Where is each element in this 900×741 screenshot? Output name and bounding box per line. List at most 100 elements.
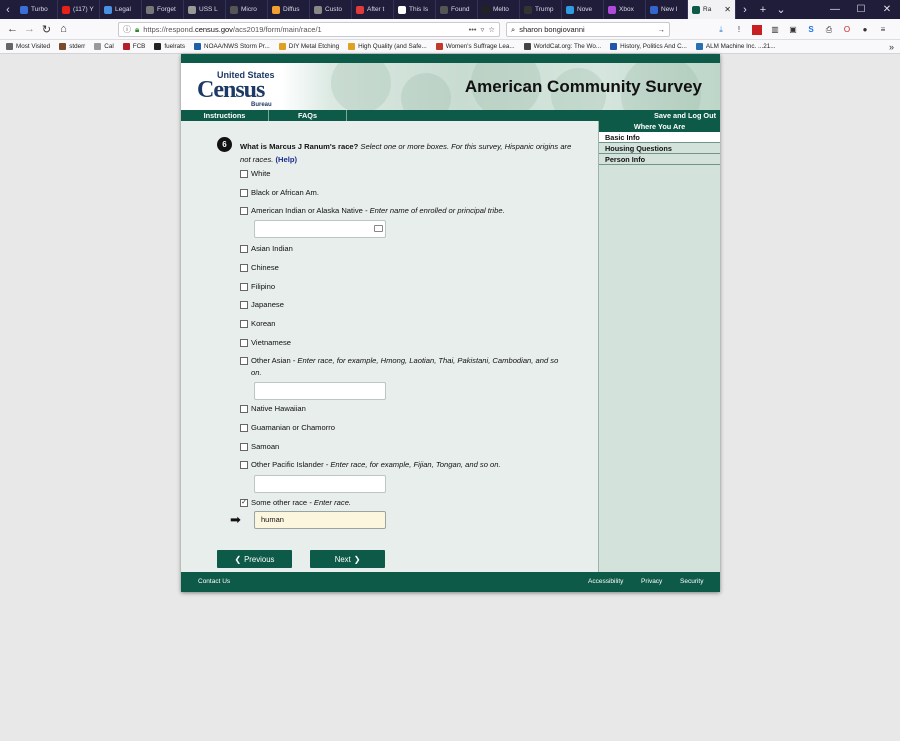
browser-tab[interactable]: Diffus <box>268 0 310 19</box>
accessibility-link[interactable]: Accessibility <box>588 578 623 585</box>
race-checkbox[interactable]: ✓ <box>240 499 248 507</box>
bookmark-item[interactable]: ALM Machine Inc. ...21... <box>695 43 776 50</box>
race-checkbox[interactable] <box>240 207 248 215</box>
instructions-link[interactable]: Instructions <box>181 110 269 121</box>
browser-tab[interactable]: After t <box>352 0 394 19</box>
sidebar-item-person-info[interactable]: Person Info <box>599 154 720 165</box>
previous-button[interactable]: ❮ Previous <box>217 550 292 568</box>
bookmark-item[interactable]: NOAA/NWS Storm Pr... <box>194 43 270 50</box>
home-icon[interactable]: ⌂ <box>55 21 72 38</box>
race-checkbox[interactable] <box>240 320 248 328</box>
tab-active[interactable]: Ra ✕ <box>688 0 736 19</box>
race-checkbox[interactable] <box>240 443 248 451</box>
url-bar[interactable]: ⓘ 🔒︎ https://respond.census.gov/acs2019/… <box>118 22 500 37</box>
race-checkbox[interactable] <box>240 339 248 347</box>
print-icon[interactable]: ⎙ <box>824 25 834 35</box>
browser-tab[interactable]: Nove <box>562 0 604 19</box>
menu-icon[interactable]: ≡ <box>878 25 888 35</box>
download-icon[interactable]: ⤓ <box>716 25 726 35</box>
maximize-icon[interactable]: ☐ <box>848 0 874 19</box>
info-icon[interactable]: ⓘ <box>123 24 131 35</box>
contact-us-link[interactable]: Contact Us <box>198 578 230 585</box>
search-input[interactable]: sharon bongiovanni <box>519 25 653 34</box>
close-window-icon[interactable]: ✕ <box>874 0 900 19</box>
browser-tab[interactable]: Trump <box>520 0 562 19</box>
race-checkbox[interactable] <box>240 245 248 253</box>
search-bar[interactable]: ⌕ sharon bongiovanni → <box>506 22 670 37</box>
tab-scroll-left-icon[interactable]: ‹ <box>0 0 16 19</box>
bookmark-item[interactable]: fuelrats <box>154 43 185 50</box>
other-pacific-input[interactable] <box>254 475 386 493</box>
extension-icon[interactable]: ! <box>734 25 744 35</box>
page-actions-icon[interactable]: ••• <box>469 25 477 34</box>
browser-tab[interactable]: Micro <box>226 0 268 19</box>
browser-tab[interactable]: Found <box>436 0 478 19</box>
security-link[interactable]: Security <box>680 578 703 585</box>
opera-icon[interactable]: O <box>842 25 852 35</box>
keyboard-icon[interactable] <box>374 225 383 232</box>
browser-tab[interactable]: (117) Y <box>58 0 100 19</box>
back-icon[interactable]: ← <box>4 21 21 38</box>
search-go-icon[interactable]: → <box>658 25 666 34</box>
reload-icon[interactable]: ↻ <box>38 21 55 38</box>
new-tab-icon[interactable]: + <box>754 0 772 19</box>
browser-tab[interactable]: New I <box>646 0 688 19</box>
race-checkbox[interactable] <box>240 461 248 469</box>
browser-tab[interactable]: Xbox <box>604 0 646 19</box>
minimize-icon[interactable]: — <box>822 0 848 19</box>
close-tab-icon[interactable]: ✕ <box>724 5 731 14</box>
extension-red-icon[interactable] <box>752 24 762 35</box>
tab-label: Xbox <box>619 6 634 13</box>
bookmark-item[interactable]: DIY Metal Etching <box>278 43 339 50</box>
tab-list-icon[interactable]: ⌄ <box>772 0 790 19</box>
bookmark-item[interactable]: Women's Suffrage Lea... <box>435 43 515 50</box>
race-checkbox[interactable] <box>240 301 248 309</box>
race-checkbox[interactable] <box>240 264 248 272</box>
browser-tab[interactable]: Legal <box>100 0 142 19</box>
tab-favicon-icon <box>440 5 448 14</box>
faqs-link[interactable]: FAQs <box>269 110 347 121</box>
browser-tab[interactable]: USS L <box>184 0 226 19</box>
race-checkbox[interactable] <box>240 283 248 291</box>
bookmark-item[interactable]: History, Politics And C... <box>610 43 687 50</box>
race-checkbox[interactable] <box>240 405 248 413</box>
tribe-input[interactable] <box>254 220 386 238</box>
sidebar-item-housing-questions[interactable]: Housing Questions <box>599 143 720 154</box>
next-button[interactable]: Next ❯ <box>310 550 385 568</box>
bookmark-item[interactable]: Most Visited <box>6 43 50 50</box>
browser-tab[interactable]: Turbo <box>16 0 58 19</box>
bookmark-item[interactable]: stderr <box>59 43 85 50</box>
sidebar-item-basic-info[interactable]: Basic Info <box>599 132 720 143</box>
url-text[interactable]: https://respond.census.gov/acs2019/form/… <box>143 25 464 34</box>
race-checkbox[interactable] <box>240 424 248 432</box>
browser-tab[interactable]: Custo <box>310 0 352 19</box>
tab-label: After t <box>367 6 385 13</box>
census-logo[interactable]: United States Census Bureau <box>195 70 295 108</box>
bookmark-star-icon[interactable]: ☆ <box>488 25 495 34</box>
sidebar-icon[interactable]: ▣ <box>788 25 798 35</box>
skype-icon[interactable]: S <box>806 25 816 35</box>
privacy-link[interactable]: Privacy <box>641 578 662 585</box>
bookmark-item[interactable]: FCB <box>122 43 145 50</box>
pocket-icon[interactable]: ▿ <box>481 25 485 34</box>
browser-tab[interactable]: Forget <box>142 0 184 19</box>
help-link[interactable]: (Help) <box>275 155 297 164</box>
tab-scroll-right-icon[interactable]: › <box>736 0 754 19</box>
bookmarks-overflow-icon[interactable]: » <box>889 40 894 54</box>
some-other-race-input[interactable]: human <box>254 511 386 529</box>
bookmark-item[interactable]: Cal <box>94 43 114 50</box>
forward-icon[interactable]: → <box>21 21 38 38</box>
bookmark-item[interactable]: WorldCat.org: The Wo... <box>523 43 601 50</box>
library-icon[interactable]: ▥ <box>770 25 780 35</box>
tab-favicon-icon <box>566 5 574 14</box>
other-asian-input[interactable] <box>254 382 386 400</box>
race-checkbox[interactable] <box>240 170 248 178</box>
save-logout-link[interactable]: Save and Log Out <box>650 110 720 121</box>
race-checkbox[interactable] <box>240 189 248 197</box>
browser-tab[interactable]: This Is <box>394 0 436 19</box>
bookmark-item[interactable]: High Quality (and Safe... <box>348 43 427 50</box>
browser-tab[interactable]: Melto <box>478 0 520 19</box>
bookmark-favicon-icon <box>523 43 531 50</box>
race-checkbox[interactable] <box>240 357 248 365</box>
account-icon[interactable]: ● <box>860 25 870 35</box>
